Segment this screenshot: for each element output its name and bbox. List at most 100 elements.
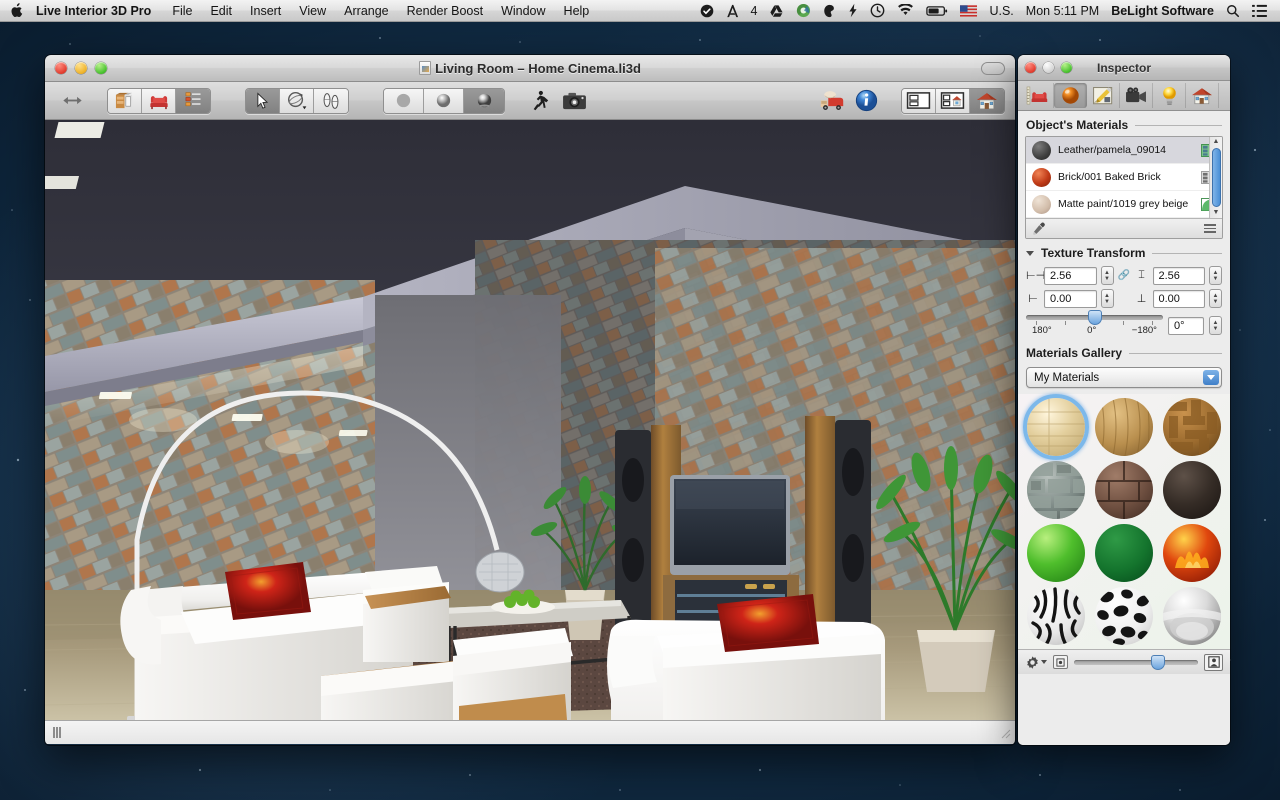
menu-insert[interactable]: Insert [241,0,290,22]
search-icon[interactable] [1220,0,1246,22]
thumbnail-size-slider-knob[interactable] [1151,654,1166,670]
swatch-stone-brick[interactable] [1027,461,1085,519]
texture-width-stepper[interactable]: ▲ ▼ [1100,266,1114,285]
rotation-slider[interactable] [1026,310,1163,325]
split-resize-grip[interactable] [53,727,62,738]
swatch-zebra-print[interactable] [1027,587,1085,645]
scroll-up-arrow-icon[interactable]: ▲ [1213,137,1220,147]
material-row-brick[interactable]: Brick/001 Baked Brick [1026,164,1222,191]
rotation-value-input[interactable]: 0° [1168,316,1204,335]
scrollbar-thumb[interactable] [1211,148,1221,207]
toolbar-button-resize-arrows[interactable] [55,88,89,114]
large-thumbnails-icon[interactable] [1204,653,1223,671]
texture-height-stepper[interactable]: ▲ ▼ [1209,266,1222,285]
texture-transform-section-header[interactable]: Texture Transform [1018,239,1230,264]
inspector-tab-camera[interactable] [1120,83,1153,108]
texture-offset-y-input[interactable]: 0.00 [1152,289,1205,308]
materials-gallery-grid[interactable] [1018,394,1230,649]
flash-icon[interactable] [842,0,864,22]
toolbar-button-camera[interactable] [557,88,591,114]
dropbox-sync-icon[interactable] [790,0,817,22]
chevron-down-icon[interactable] [1203,370,1219,385]
menu-window[interactable]: Window [492,0,554,22]
swatch-oak-wood-grain[interactable] [1095,398,1153,456]
texture-width-input[interactable]: 2.56 [1044,266,1097,285]
wifi-icon[interactable] [891,0,920,22]
inspector-tab-object[interactable] [1021,83,1054,108]
toolbar-button-smooth-shading[interactable] [424,88,464,113]
gear-settings-icon[interactable] [1025,655,1047,670]
inspector-title-bar[interactable]: Inspector [1018,55,1230,81]
toolbar-button-walkthrough[interactable] [523,88,557,114]
toolbar-button-layout-plan-3d[interactable] [936,88,970,113]
toolbar-button-furniture[interactable] [142,88,176,113]
notification-count[interactable]: 4 [745,0,764,22]
swatch-bright-green[interactable] [1027,524,1085,582]
flag-icon[interactable] [954,0,983,22]
toolbar-button-floor-plan[interactable] [108,88,142,113]
toolbar-button-select[interactable] [246,88,280,113]
toolbar-button-render-boost[interactable] [815,88,849,114]
toolbar-button-walk[interactable] [314,88,348,113]
toolbar-button-layout-2d[interactable] [902,88,936,113]
battery-icon[interactable] [920,0,954,22]
input-source-label[interactable]: U.S. [983,0,1019,22]
swatch-basket-weave-wood[interactable] [1163,398,1221,456]
notification-center-icon[interactable] [1246,0,1273,22]
object-materials-list[interactable]: Leather/pamela_09014 Brick/001 Baked Bri… [1026,137,1222,218]
swatch-chrome-metal[interactable] [1163,587,1221,645]
time-machine-icon[interactable] [864,0,891,22]
chevron-down-icon[interactable] [1026,250,1034,256]
inspector-tab-edit[interactable] [1087,83,1120,108]
swatch-black-leather[interactable] [1163,461,1221,519]
toolbar-button-inspector[interactable] [849,88,883,114]
apple-logo-icon[interactable] [0,3,34,18]
adobe-icon[interactable] [720,0,745,22]
texture-offset-x-stepper[interactable]: ▲ ▼ [1100,289,1114,308]
texture-offset-x-input[interactable]: 0.00 [1044,289,1097,308]
toolbar-button-realistic-shading[interactable] [464,88,504,113]
toolbar-button-flat-shading[interactable] [384,88,424,113]
rotation-slider-knob[interactable] [1087,310,1102,325]
rotation-stepper[interactable]: ▲ ▼ [1209,316,1222,335]
texture-height-input[interactable]: 2.56 [1152,266,1205,285]
menu-file[interactable]: File [163,0,201,22]
menu-app-name[interactable]: Live Interior 3D Pro [34,0,163,22]
swatch-fire-flame[interactable] [1163,524,1221,582]
thumbnail-size-slider[interactable] [1074,654,1198,670]
window-resize-grip[interactable] [999,727,1011,739]
swatch-dark-brick[interactable] [1095,461,1153,519]
materials-list-scrollbar[interactable]: ▲ ▼ [1209,137,1222,218]
inspector-tab-light[interactable] [1153,83,1186,108]
menu-render-boost[interactable]: Render Boost [398,0,492,22]
materials-collection-dropdown[interactable]: My Materials [1026,367,1222,388]
toolbar-button-object-list[interactable] [176,88,210,113]
menu-view[interactable]: View [290,0,335,22]
texture-offset-y-stepper[interactable]: ▲ ▼ [1209,289,1222,308]
swatch-cow-print[interactable] [1095,587,1153,645]
evernote-icon[interactable] [817,0,842,22]
swatch-dark-green[interactable] [1095,524,1153,582]
toolbar-button-layout-3d[interactable] [970,88,1004,113]
user-name-label[interactable]: BeLight Software [1105,0,1220,22]
link-chain-icon[interactable]: 🔗 [1118,270,1131,281]
swatch-light-wood-planks[interactable] [1023,394,1089,460]
menu-edit[interactable]: Edit [201,0,241,22]
menu-arrange[interactable]: Arrange [335,0,397,22]
window-title-bar[interactable]: Living Room – Home Cinema.li3d [45,55,1015,82]
3d-render-viewport[interactable] [45,120,1015,720]
google-drive-icon[interactable] [763,0,790,22]
toolbar-toggle-button[interactable] [981,61,1005,75]
inspector-tab-building[interactable] [1186,83,1219,108]
list-menu-icon[interactable] [1204,224,1216,233]
toolbar-button-orbit[interactable] [280,88,314,113]
scroll-down-arrow-icon[interactable]: ▼ [1213,208,1220,218]
small-thumbnails-icon[interactable] [1053,655,1068,669]
material-row-leather[interactable]: Leather/pamela_09014 [1026,137,1222,164]
shield-icon[interactable] [694,0,720,22]
menu-help[interactable]: Help [555,0,599,22]
material-row-matte-paint[interactable]: Matte paint/1019 grey beige [1026,191,1222,218]
eyedropper-icon[interactable] [1032,222,1046,236]
menu-bar-clock[interactable]: Mon 5:11 PM [1020,0,1105,22]
inspector-tab-materials[interactable] [1054,83,1087,108]
